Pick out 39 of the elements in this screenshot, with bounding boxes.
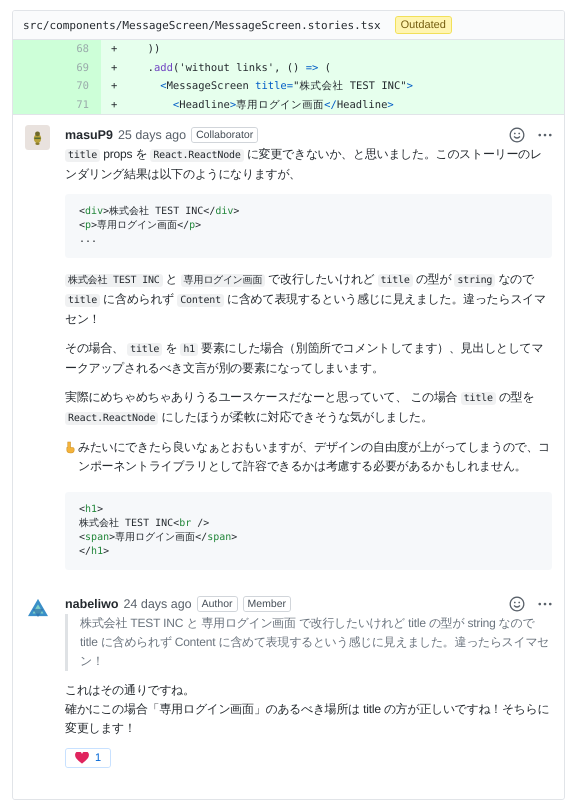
comment-text: 株式会社 TEST INC と 専用ログイン画面 で改行したいけれど title の型が string なので title に含められず Content に含めて表現するという感じに見えました。違ったらスイマセン！ [65, 271, 547, 328]
comment-text: みたいにできたら良いなぁとおもいますが、デザインの自由度が上がってしまうので、コンポーネントライブラリとして許容できるかは考慮する必要があるかもしれません。 [78, 439, 552, 475]
code-line: + .add('without links', () => ( [110, 62, 332, 74]
code-line: </h1> [79, 545, 110, 559]
code-line: + <Headline>専用ログイン画面</Headline> [110, 98, 394, 112]
role-label: Collaborator [191, 127, 258, 143]
role-label: Author [196, 596, 238, 612]
comment-text: これはその通りですね。 確かにこの場合「専用ログイン画面」のあるべき場所は title の方が正しいですね！そちらに変更します！ [65, 682, 550, 737]
line-number: 71 [13, 96, 101, 114]
author-name[interactable]: masuP9 [65, 128, 113, 142]
emoji-icon[interactable] [509, 127, 525, 143]
line-number: 69 [13, 58, 101, 77]
code-line: <h1> [79, 503, 104, 517]
more-icon[interactable] [538, 133, 552, 137]
code-line: + )) [110, 43, 160, 56]
emoji-icon[interactable] [509, 596, 525, 612]
reaction-button[interactable]: 1 [65, 748, 112, 768]
triangle-logo-icon [27, 598, 49, 618]
line-number: 70 [13, 77, 101, 96]
comment-text: その場合、 title を h1 要素にした場合（別箇所でコメントしてます）、見出しとしてマークアップされるべき文言が別の要素になってしまいます。 [65, 340, 544, 377]
line-number: 68 [13, 40, 101, 58]
timestamp[interactable]: 25 days ago [118, 128, 186, 142]
author-name[interactable]: nabeliwo [65, 597, 118, 611]
code-line: <div>株式会社 TEST INC</div> [79, 205, 240, 219]
code-line: <p>専用ログイン画面</p> [79, 219, 202, 233]
more-icon[interactable] [538, 602, 552, 606]
code-line: ... [79, 233, 98, 247]
code-line: + <MessageScreen title="株式会社 TEST INC"> [110, 79, 413, 94]
outdated-label: Outdated [394, 16, 452, 34]
pointing-hand-icon [65, 441, 76, 454]
comment-text: 実際にめちゃめちゃありうるユースケースだなーと思っていて、 この場合 title の型を React.ReactNode にしたほうが柔軟に対応できそうな気がしました。 [65, 389, 536, 427]
comment-text: title props を React.ReactNode に変更できないか、と思いました。このストーリーのレンダリング結果は以下のようになりますが、 [65, 146, 543, 183]
code-line: <span>専用ログイン画面</span> [79, 531, 238, 545]
quoted-text: 株式会社 TEST INC と 専用ログイン画面 で改行したいけれど title の型が string なので title に含められず Content に含めて表現するという感じに見えました。違ったらスイマセン！ [65, 614, 552, 671]
role-label: Member [242, 596, 292, 612]
heart-icon [75, 752, 89, 764]
timestamp[interactable]: 24 days ago [123, 597, 192, 611]
file-path[interactable]: src/components/MessageScreen/MessageScreen.stories.tsx [23, 18, 381, 32]
code-line: 株式会社 TEST INC<br /> [79, 517, 210, 531]
